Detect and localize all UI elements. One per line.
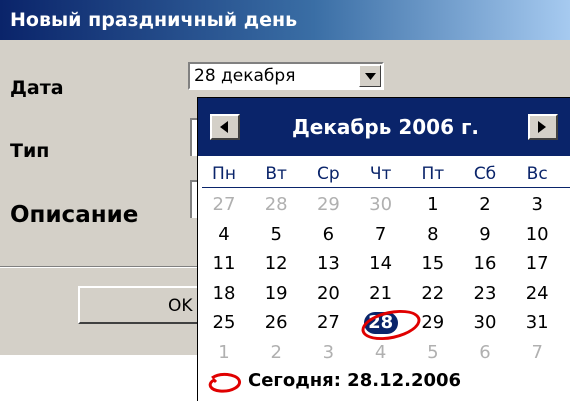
calendar-header: Декабрь 2006 г. (198, 98, 570, 156)
calendar-day[interactable]: 28 (256, 194, 296, 216)
calendar-day[interactable]: 13 (308, 253, 348, 275)
weekday-header: Вс (526, 164, 548, 184)
calendar-day[interactable]: 6 (465, 342, 505, 364)
calendar-day[interactable]: 30 (361, 194, 401, 216)
triangle-left-icon (220, 121, 228, 133)
calendar-day[interactable]: 26 (256, 312, 296, 334)
calendar-day[interactable]: 11 (204, 253, 244, 275)
weekday-header: Пн (212, 164, 236, 184)
weekday-header: Сб (473, 164, 497, 184)
separator-light (0, 267, 200, 268)
calendar-day[interactable]: 18 (204, 283, 244, 305)
date-combo-dropdown-button[interactable] (359, 65, 381, 87)
calendar-day[interactable]: 3 (308, 342, 348, 364)
calendar-day[interactable]: 9 (465, 224, 505, 246)
calendar-day[interactable]: 20 (308, 283, 348, 305)
weekday-separator (202, 187, 570, 188)
calendar-day[interactable]: 22 (413, 283, 453, 305)
calendar-day[interactable]: 7 (517, 342, 557, 364)
weekday-header: Чт (369, 164, 392, 184)
calendar-day[interactable]: 12 (256, 253, 296, 275)
triangle-right-icon (538, 121, 546, 133)
calendar-day[interactable]: 1 (413, 194, 453, 216)
calendar-day[interactable]: 6 (308, 224, 348, 246)
calendar-day[interactable]: 7 (361, 224, 401, 246)
calendar-dropdown: Декабрь 2006 г. Пн Вт Ср Чт Пт Сб Вс 27 28 29 30 1… (197, 97, 570, 401)
date-combo[interactable]: 28 декабря (188, 62, 384, 90)
calendar-day[interactable]: 15 (413, 253, 453, 275)
weekday-header: Вт (265, 164, 287, 184)
calendar-day[interactable]: 8 (413, 224, 453, 246)
next-month-button[interactable] (528, 114, 558, 140)
ok-button-label: OK (168, 296, 193, 316)
calendar-day[interactable]: 17 (517, 253, 557, 275)
description-label: Описание (10, 202, 139, 228)
calendar-day[interactable]: 10 (517, 224, 557, 246)
calendar-day[interactable]: 19 (256, 283, 296, 305)
calendar-day[interactable]: 4 (361, 342, 401, 364)
calendar-day[interactable]: 5 (256, 224, 296, 246)
ok-button[interactable]: OK (78, 286, 200, 324)
calendar-day[interactable]: 23 (465, 283, 505, 305)
calendar-day[interactable]: 30 (465, 312, 505, 334)
type-label: Тип (10, 140, 50, 162)
calendar-day[interactable]: 4 (204, 224, 244, 246)
calendar-day[interactable]: 25 (204, 312, 244, 334)
calendar-day[interactable]: 5 (413, 342, 453, 364)
calendar-day[interactable]: 16 (465, 253, 505, 275)
calendar-day[interactable]: 2 (465, 194, 505, 216)
dialog-title: Новый праздничный день (0, 0, 570, 40)
red-circle-icon (208, 372, 241, 393)
weekday-header: Ср (317, 164, 340, 184)
triangle-down-icon (365, 73, 376, 80)
calendar-day[interactable]: 3 (517, 194, 557, 216)
today-label: Сегодня: 28.12.2006 (248, 370, 462, 391)
prev-month-button[interactable] (210, 114, 240, 140)
calendar-day[interactable]: 1 (204, 342, 244, 364)
calendar-day[interactable]: 27 (308, 312, 348, 334)
date-combo-value: 28 декабря (194, 66, 296, 86)
calendar-day[interactable]: 24 (517, 283, 557, 305)
calendar-day[interactable]: 14 (361, 253, 401, 275)
weekday-header: Пт (421, 164, 445, 184)
calendar-month-title: Декабрь 2006 г. (291, 115, 479, 139)
calendar-day[interactable]: 27 (204, 194, 244, 216)
date-label: Дата (10, 77, 64, 99)
calendar-day[interactable]: 2 (256, 342, 296, 364)
calendar-day[interactable]: 21 (361, 283, 401, 305)
calendar-day[interactable]: 31 (517, 312, 557, 334)
calendar-day[interactable]: 29 (308, 194, 348, 216)
